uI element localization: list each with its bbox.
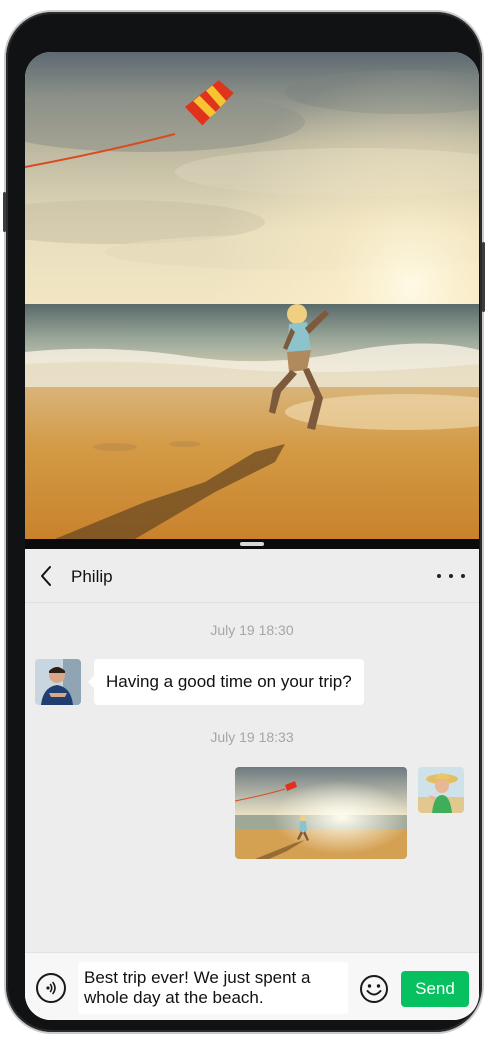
chevron-left-icon[interactable] <box>35 563 59 589</box>
message-input-bar: Best trip ever! We just spent a whole da… <box>25 952 479 1020</box>
chat-pane: Philip July 19 18:30 Having a good time … <box>25 549 479 1020</box>
message-input[interactable]: Best trip ever! We just spent a whole da… <box>78 962 348 1014</box>
self-avatar[interactable] <box>418 767 464 813</box>
incoming-message-bubble[interactable]: Having a good time on your trip? <box>88 659 364 705</box>
message-timestamp: July 19 18:33 <box>210 729 294 745</box>
beach-photo <box>25 52 479 539</box>
send-button[interactable]: Send <box>401 971 469 1007</box>
emoji-icon[interactable] <box>358 973 390 1005</box>
outgoing-image-message[interactable] <box>235 767 407 859</box>
voice-icon[interactable] <box>36 973 66 1003</box>
contact-avatar[interactable] <box>35 659 81 705</box>
contact-name: Philip <box>71 567 113 586</box>
phone-frame: Philip July 19 18:30 Having a good time … <box>3 12 485 1032</box>
phone-side-button <box>3 192 6 232</box>
more-dots-icon[interactable] <box>437 565 465 587</box>
phone-power-button <box>482 242 485 312</box>
split-divider-handle[interactable] <box>240 542 264 546</box>
phone-screen: Philip July 19 18:30 Having a good time … <box>25 52 479 1020</box>
chat-header: Philip <box>25 549 479 603</box>
split-divider[interactable] <box>25 539 479 549</box>
photo-viewer[interactable] <box>25 52 479 539</box>
message-timestamp: July 19 18:30 <box>210 622 294 638</box>
